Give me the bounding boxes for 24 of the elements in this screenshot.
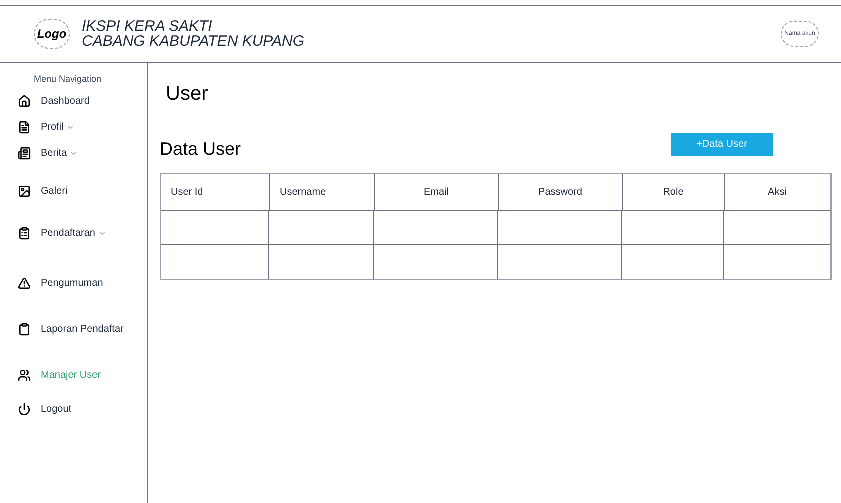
sidebar-item[interactable]: Dashboard: [18, 90, 94, 112]
sidebar-item[interactable]: Berita: [18, 142, 82, 164]
section-title: Data User: [160, 138, 242, 161]
newspaper-icon: [18, 147, 31, 160]
document-icon: [18, 121, 31, 134]
sidebar-item[interactable]: Pengumuman: [18, 272, 108, 294]
sidebar-item[interactable]: Logout: [18, 398, 76, 420]
sidebar-item[interactable]: Pendaftaran: [18, 222, 110, 244]
organization-title: IKSPI KERA SAKTI CABANG KABUPATEN KUPANG: [82, 19, 305, 49]
sidebar-item[interactable]: Galeri: [18, 180, 72, 202]
clipboard-icon: [18, 227, 31, 240]
chevron-down-icon: [98, 229, 106, 238]
sidebar-item[interactable]: Profil: [18, 116, 79, 138]
chevron-down-icon: [66, 123, 75, 132]
power-icon: [18, 403, 31, 416]
sidebar-title: Menu Navigation: [34, 73, 103, 86]
warning-icon: [18, 277, 31, 290]
clipboard-icon: [18, 323, 31, 336]
chevron-down-icon: [69, 149, 78, 158]
image-icon: [18, 185, 31, 198]
home-icon: [18, 95, 31, 108]
users-icon: [18, 369, 31, 382]
sidebar-item[interactable]: Laporan Pendaftar: [18, 318, 128, 340]
page-title: User: [166, 82, 208, 107]
